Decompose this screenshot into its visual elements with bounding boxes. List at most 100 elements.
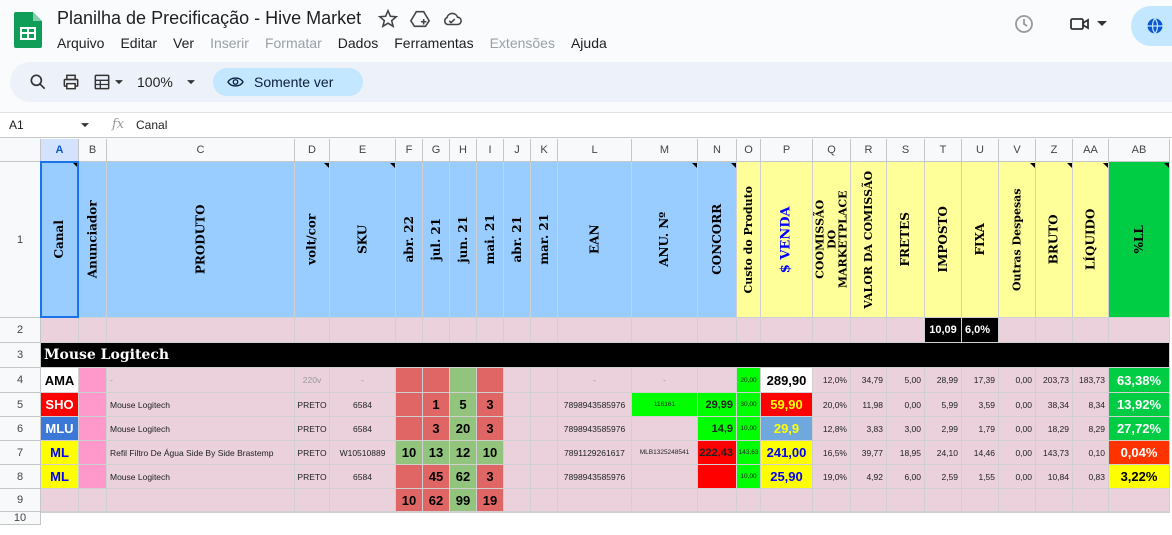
cell-l8[interactable]: 7898943585976 xyxy=(558,465,632,489)
column-header-e[interactable]: E xyxy=(330,139,396,162)
cell-z2[interactable] xyxy=(1036,318,1073,343)
canal-cell-4[interactable]: AMA xyxy=(41,368,79,393)
cell-h5[interactable]: 5 xyxy=(450,393,477,417)
cell-ab4[interactable]: 63,38% xyxy=(1109,368,1170,393)
cell-v4[interactable]: 0,00 xyxy=(999,368,1036,393)
cell-j4[interactable] xyxy=(504,368,531,393)
cell-u2[interactable]: 6,0% xyxy=(962,318,999,343)
cell-t4[interactable]: 28,99 xyxy=(925,368,962,393)
header-cell-b[interactable]: Anunciador xyxy=(79,162,107,318)
share-button[interactable] xyxy=(1131,6,1172,46)
cell-ab5[interactable]: 13,92% xyxy=(1109,393,1170,417)
cell-b4[interactable] xyxy=(79,368,107,393)
cell-r8[interactable]: 4,92 xyxy=(851,465,887,489)
column-header-l[interactable]: L xyxy=(558,139,632,162)
cell-n8[interactable] xyxy=(698,465,737,489)
header-cell-h[interactable]: jun. 21 xyxy=(450,162,477,318)
header-cell-z[interactable]: BRUTO xyxy=(1036,162,1073,318)
cell-c6[interactable]: Mouse Logitech xyxy=(107,417,295,441)
header-cell-r[interactable]: VALOR DA COMISSÃO xyxy=(851,162,887,318)
cell-j9[interactable] xyxy=(504,489,531,512)
cell-s7[interactable]: 18,95 xyxy=(887,441,925,465)
cell-m2[interactable] xyxy=(632,318,698,343)
cell-c4[interactable]: - xyxy=(107,368,295,393)
row-header-4[interactable]: 4 xyxy=(0,368,41,393)
cell-b2[interactable] xyxy=(79,318,107,343)
cell-i4[interactable] xyxy=(477,368,504,393)
cell-n4[interactable] xyxy=(698,368,737,393)
cell-i6[interactable]: 3 xyxy=(477,417,504,441)
search-icon[interactable] xyxy=(28,72,48,92)
cell-t5[interactable]: 5,99 xyxy=(925,393,962,417)
header-cell-p[interactable]: $ VENDA xyxy=(761,162,813,318)
row-10-band[interactable] xyxy=(41,512,1170,513)
section-title[interactable]: Mouse Logitech xyxy=(41,343,1170,368)
column-header-d[interactable]: D xyxy=(295,139,330,162)
cell-o4[interactable]: 20,00 xyxy=(737,368,761,393)
zoom-select[interactable]: 100% xyxy=(137,74,173,90)
column-header-a[interactable]: A xyxy=(41,139,79,162)
comment-indicator-icon[interactable] xyxy=(73,163,78,168)
cell-t8[interactable]: 2,59 xyxy=(925,465,962,489)
menu-ver[interactable]: Ver xyxy=(173,35,194,53)
column-header-s[interactable]: S xyxy=(887,139,925,162)
cell-o2[interactable] xyxy=(737,318,761,343)
cell-d5[interactable]: PRETO xyxy=(295,393,330,417)
cell-r4[interactable]: 34,79 xyxy=(851,368,887,393)
cell-l4[interactable]: - xyxy=(558,368,632,393)
cell-d7[interactable]: PRETO xyxy=(295,441,330,465)
header-cell-t[interactable]: IMPOSTO xyxy=(925,162,962,318)
cell-n9[interactable] xyxy=(698,489,737,512)
cell-o8[interactable]: 10,00 xyxy=(737,465,761,489)
header-cell-q[interactable]: COOMISSÃO DO MARKETPLACE xyxy=(813,162,851,318)
cell-m6[interactable] xyxy=(632,417,698,441)
cell-t9[interactable] xyxy=(925,489,962,512)
document-title[interactable]: Planilha de Precificação - Hive Market xyxy=(57,8,361,29)
star-icon[interactable] xyxy=(377,8,399,30)
header-cell-l[interactable]: EAN xyxy=(558,162,632,318)
cell-b6[interactable] xyxy=(79,417,107,441)
header-cell-aa[interactable]: LÍQUIDO xyxy=(1073,162,1109,318)
cell-z4[interactable]: 203,73 xyxy=(1036,368,1073,393)
menu-ferramentas[interactable]: Ferramentas xyxy=(394,35,473,53)
cell-t7[interactable]: 24,10 xyxy=(925,441,962,465)
cell-u8[interactable]: 1,55 xyxy=(962,465,999,489)
cell-g7[interactable]: 13 xyxy=(423,441,450,465)
formula-input[interactable]: Canal xyxy=(136,118,167,132)
spreadsheet-grid[interactable]: A B C D E F G H I J K L M N O P Q R S T U V Z AA AB 1 2 3 4 5 6 7 8 9 10 Ca… xyxy=(0,139,1172,535)
cell-b9[interactable] xyxy=(79,489,107,512)
cell-a2[interactable] xyxy=(41,318,79,343)
cell-j2[interactable] xyxy=(504,318,531,343)
cell-h2[interactable] xyxy=(450,318,477,343)
menu-arquivo[interactable]: Arquivo xyxy=(57,35,104,53)
total-h[interactable]: 99 xyxy=(450,489,477,512)
row-header-6[interactable]: 6 xyxy=(0,417,41,441)
column-header-t[interactable]: T xyxy=(925,139,962,162)
cell-o5[interactable]: 30,00 xyxy=(737,393,761,417)
cell-o9[interactable] xyxy=(737,489,761,512)
column-header-h[interactable]: H xyxy=(450,139,477,162)
cell-h8[interactable]: 62 xyxy=(450,465,477,489)
cell-k6[interactable] xyxy=(531,417,558,441)
cell-u9[interactable] xyxy=(962,489,999,512)
cell-g5[interactable]: 1 xyxy=(423,393,450,417)
cell-m9[interactable] xyxy=(632,489,698,512)
column-header-q[interactable]: Q xyxy=(813,139,851,162)
column-header-o[interactable]: O xyxy=(737,139,761,162)
cell-ab9[interactable] xyxy=(1109,489,1170,512)
cell-j8[interactable] xyxy=(504,465,531,489)
cell-r6[interactable]: 3,83 xyxy=(851,417,887,441)
row-header-2[interactable]: 2 xyxy=(0,318,41,343)
cell-b7[interactable] xyxy=(79,441,107,465)
column-header-aa[interactable]: AA xyxy=(1073,139,1109,162)
header-cell-e[interactable]: SKU xyxy=(330,162,396,318)
cell-t6[interactable]: 2,99 xyxy=(925,417,962,441)
cell-z9[interactable] xyxy=(1036,489,1073,512)
cell-m8[interactable] xyxy=(632,465,698,489)
row-header-3[interactable]: 3 xyxy=(0,343,41,368)
total-i[interactable]: 19 xyxy=(477,489,504,512)
header-cell-k[interactable]: mar. 21 xyxy=(531,162,558,318)
cell-i7[interactable]: 10 xyxy=(477,441,504,465)
cell-c9[interactable] xyxy=(107,489,295,512)
cell-l7[interactable]: 7891129261617 xyxy=(558,441,632,465)
